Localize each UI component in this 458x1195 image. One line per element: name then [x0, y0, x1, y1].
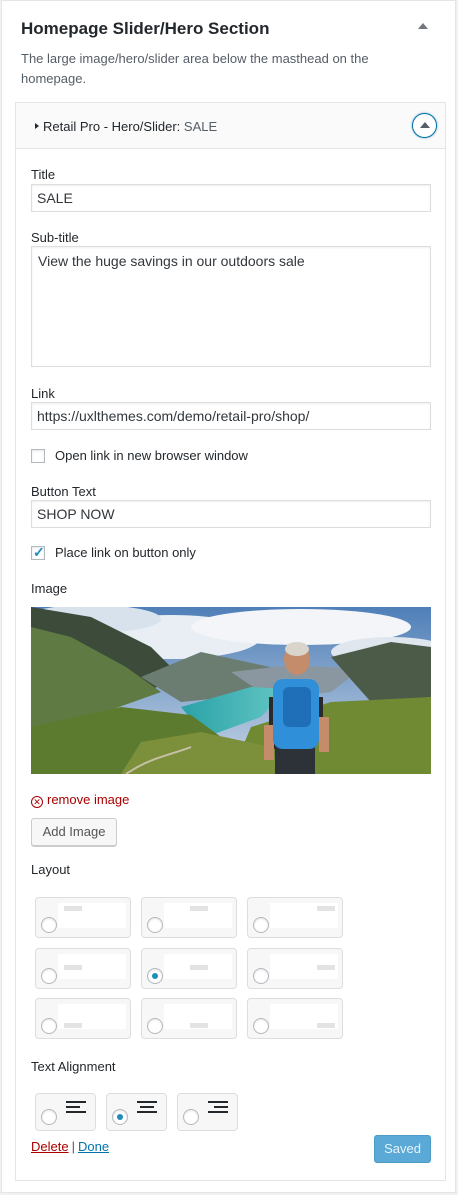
layout-option-2[interactable]: [141, 897, 237, 938]
remove-image-label: remove image: [47, 792, 130, 807]
layout-radio-8[interactable]: [147, 1018, 163, 1034]
link-button-only-checkbox[interactable]: [31, 544, 45, 561]
customizer-section-panel: Homepage Slider/Hero Section The large i…: [1, 0, 456, 1193]
hero-image-preview[interactable]: [31, 607, 431, 774]
section-description: The large image/hero/slider area below t…: [21, 51, 369, 86]
subtitle-textarea[interactable]: View the huge savings in our outdoors sa…: [31, 246, 431, 367]
new-window-label: Open link in new browser window: [55, 448, 248, 463]
layout-radio-5[interactable]: [147, 968, 163, 984]
align-right-icon: [208, 1101, 228, 1117]
link-input[interactable]: [31, 402, 431, 430]
done-link[interactable]: Done: [78, 1139, 109, 1154]
align-center-icon: [137, 1101, 157, 1117]
layout-radio-3[interactable]: [253, 917, 269, 933]
layout-option-8[interactable]: [141, 998, 237, 1039]
layout-radio-4[interactable]: [41, 968, 57, 984]
text-alignment-label: Text Alignment: [31, 1059, 116, 1074]
saved-button[interactable]: Saved: [374, 1135, 431, 1163]
layout-option-3[interactable]: [247, 897, 343, 938]
widget-collapse-toggle-icon[interactable]: [412, 113, 437, 138]
layout-option-6[interactable]: [247, 948, 343, 989]
new-window-checkbox[interactable]: [31, 449, 45, 463]
layout-radio-9[interactable]: [253, 1018, 269, 1034]
align-right-radio[interactable]: [183, 1109, 199, 1125]
layout-option-4[interactable]: [35, 948, 131, 989]
widget-expand-arrow-icon: [35, 123, 39, 129]
hero-slider-widget: Retail Pro - Hero/Slider: SALE Title Sub…: [15, 102, 446, 1181]
image-label: Image: [31, 581, 68, 596]
align-left-icon: [66, 1101, 86, 1117]
delete-link[interactable]: Delete: [31, 1139, 69, 1154]
layout-radio-2[interactable]: [147, 917, 163, 933]
button-text-input[interactable]: [31, 500, 431, 528]
widget-title: Retail Pro - Hero/Slider: SALE: [43, 119, 217, 134]
widget-name-label: Retail Pro - Hero/Slider:: [43, 119, 181, 134]
layout-option-9[interactable]: [247, 998, 343, 1039]
widget-actions: Delete | Done: [31, 1139, 109, 1154]
remove-image-link[interactable]: ✕ remove image: [31, 792, 129, 808]
align-left-radio[interactable]: [41, 1109, 57, 1125]
layout-label: Layout: [31, 862, 71, 877]
section-title: Homepage Slider/Hero Section: [21, 19, 270, 38]
link-button-only-label: Place link on button only: [55, 545, 196, 560]
link-label: Link: [31, 386, 55, 401]
subtitle-label: Sub-title: [31, 230, 79, 245]
title-label: Title: [31, 167, 56, 182]
layout-option-5[interactable]: [141, 948, 237, 989]
align-left-option[interactable]: [35, 1093, 96, 1131]
layout-radio-7[interactable]: [41, 1018, 57, 1034]
remove-circle-icon: ✕: [31, 796, 43, 808]
layout-option-7[interactable]: [35, 998, 131, 1039]
title-input[interactable]: [31, 184, 431, 212]
action-separator: |: [71, 1139, 75, 1154]
layout-radio-6[interactable]: [253, 968, 269, 984]
align-center-radio[interactable]: [112, 1109, 128, 1125]
hiker-mountain-image: [31, 607, 431, 774]
layout-radio-1[interactable]: [41, 917, 57, 933]
layout-option-1[interactable]: [35, 897, 131, 938]
align-center-option[interactable]: [106, 1093, 167, 1131]
widget-in-title: SALE: [183, 119, 218, 134]
section-collapse-arrow-icon[interactable]: [418, 23, 428, 29]
widget-header[interactable]: Retail Pro - Hero/Slider: SALE: [16, 103, 445, 149]
add-image-button[interactable]: Add Image: [31, 818, 117, 846]
align-right-option[interactable]: [177, 1093, 238, 1131]
button-text-label: Button Text: [31, 484, 96, 499]
